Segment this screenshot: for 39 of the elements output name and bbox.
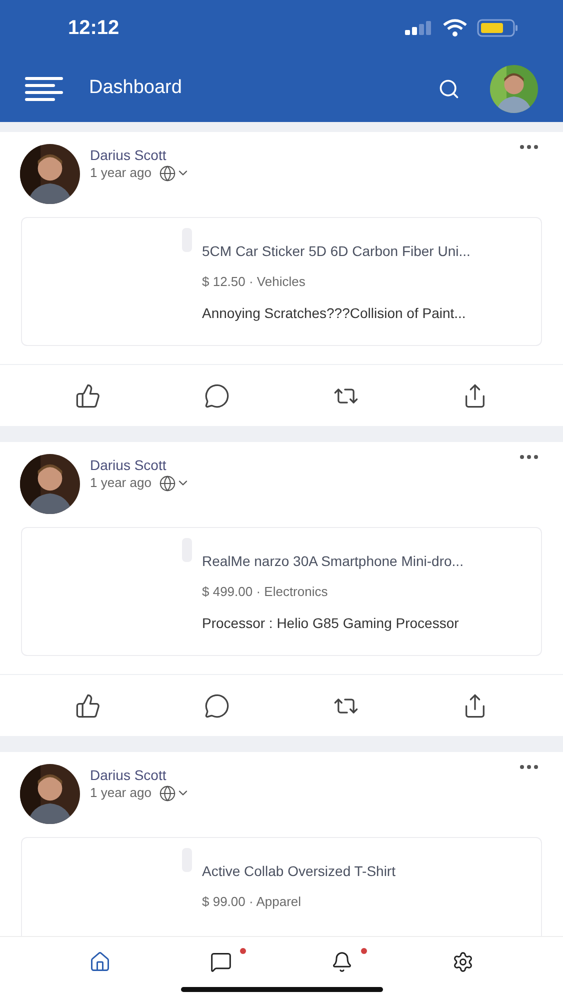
product-card[interactable]: RealMe narzo 30A Smartphone Mini-dro... $ 499.00 · Electronics Processor : Helio G85 Gaming Processor <box>21 527 542 656</box>
product-title: RealMe narzo 30A Smartphone Mini-dro... <box>202 552 464 570</box>
menu-button[interactable] <box>25 76 65 100</box>
thumbs-up-icon <box>75 382 102 408</box>
chat-icon <box>210 951 232 973</box>
page-title: Dashboard <box>89 76 183 100</box>
home-icon <box>89 951 112 973</box>
speech-bubble-icon <box>204 382 230 408</box>
product-card[interactable]: 5CM Car Sticker 5D 6D Carbon Fiber Uni... $ 12.50 · Vehicles Annoying Scratches???Collision of Paint... <box>21 217 542 346</box>
post-time: 1 year ago <box>90 164 152 182</box>
more-icon <box>519 454 539 460</box>
menu-icon <box>25 76 65 100</box>
product-title: 5CM Car Sticker 5D 6D Carbon Fiber Uni... <box>202 242 470 260</box>
settings-icon <box>452 951 474 973</box>
search-icon <box>438 78 460 100</box>
product-meta: $ 12.50 · Vehicles <box>202 273 306 291</box>
post-time: 1 year ago <box>90 474 152 492</box>
more-icon <box>519 764 539 770</box>
wifi-icon <box>443 18 467 36</box>
post-time: 1 year ago <box>90 784 152 802</box>
bell-icon <box>330 951 353 973</box>
author-name[interactable]: Darius Scott <box>90 456 505 474</box>
author-name[interactable]: Darius Scott <box>90 766 505 784</box>
globe-icon <box>159 474 176 492</box>
globe-icon <box>159 784 176 802</box>
globe-icon <box>159 164 176 182</box>
speech-bubble-icon <box>204 692 230 718</box>
signal-icon <box>405 20 433 34</box>
more-icon <box>519 144 539 150</box>
author-name[interactable]: Darius Scott <box>90 146 505 164</box>
battery-icon <box>477 18 519 36</box>
product-description: Annoying Scratches???Collision of Paint... <box>202 304 467 322</box>
search-button[interactable] <box>438 78 460 100</box>
product-title: Active Collab Oversized T-Shirt <box>202 862 396 880</box>
thumbs-up-icon <box>75 692 102 718</box>
product-meta: $ 499.00 · Electronics <box>202 583 329 601</box>
status-time: 12:12 <box>68 16 120 40</box>
product-meta: $ 99.00 · Apparel <box>202 893 302 911</box>
product-description: Processor : Helio G85 Gaming Processor <box>202 614 460 632</box>
